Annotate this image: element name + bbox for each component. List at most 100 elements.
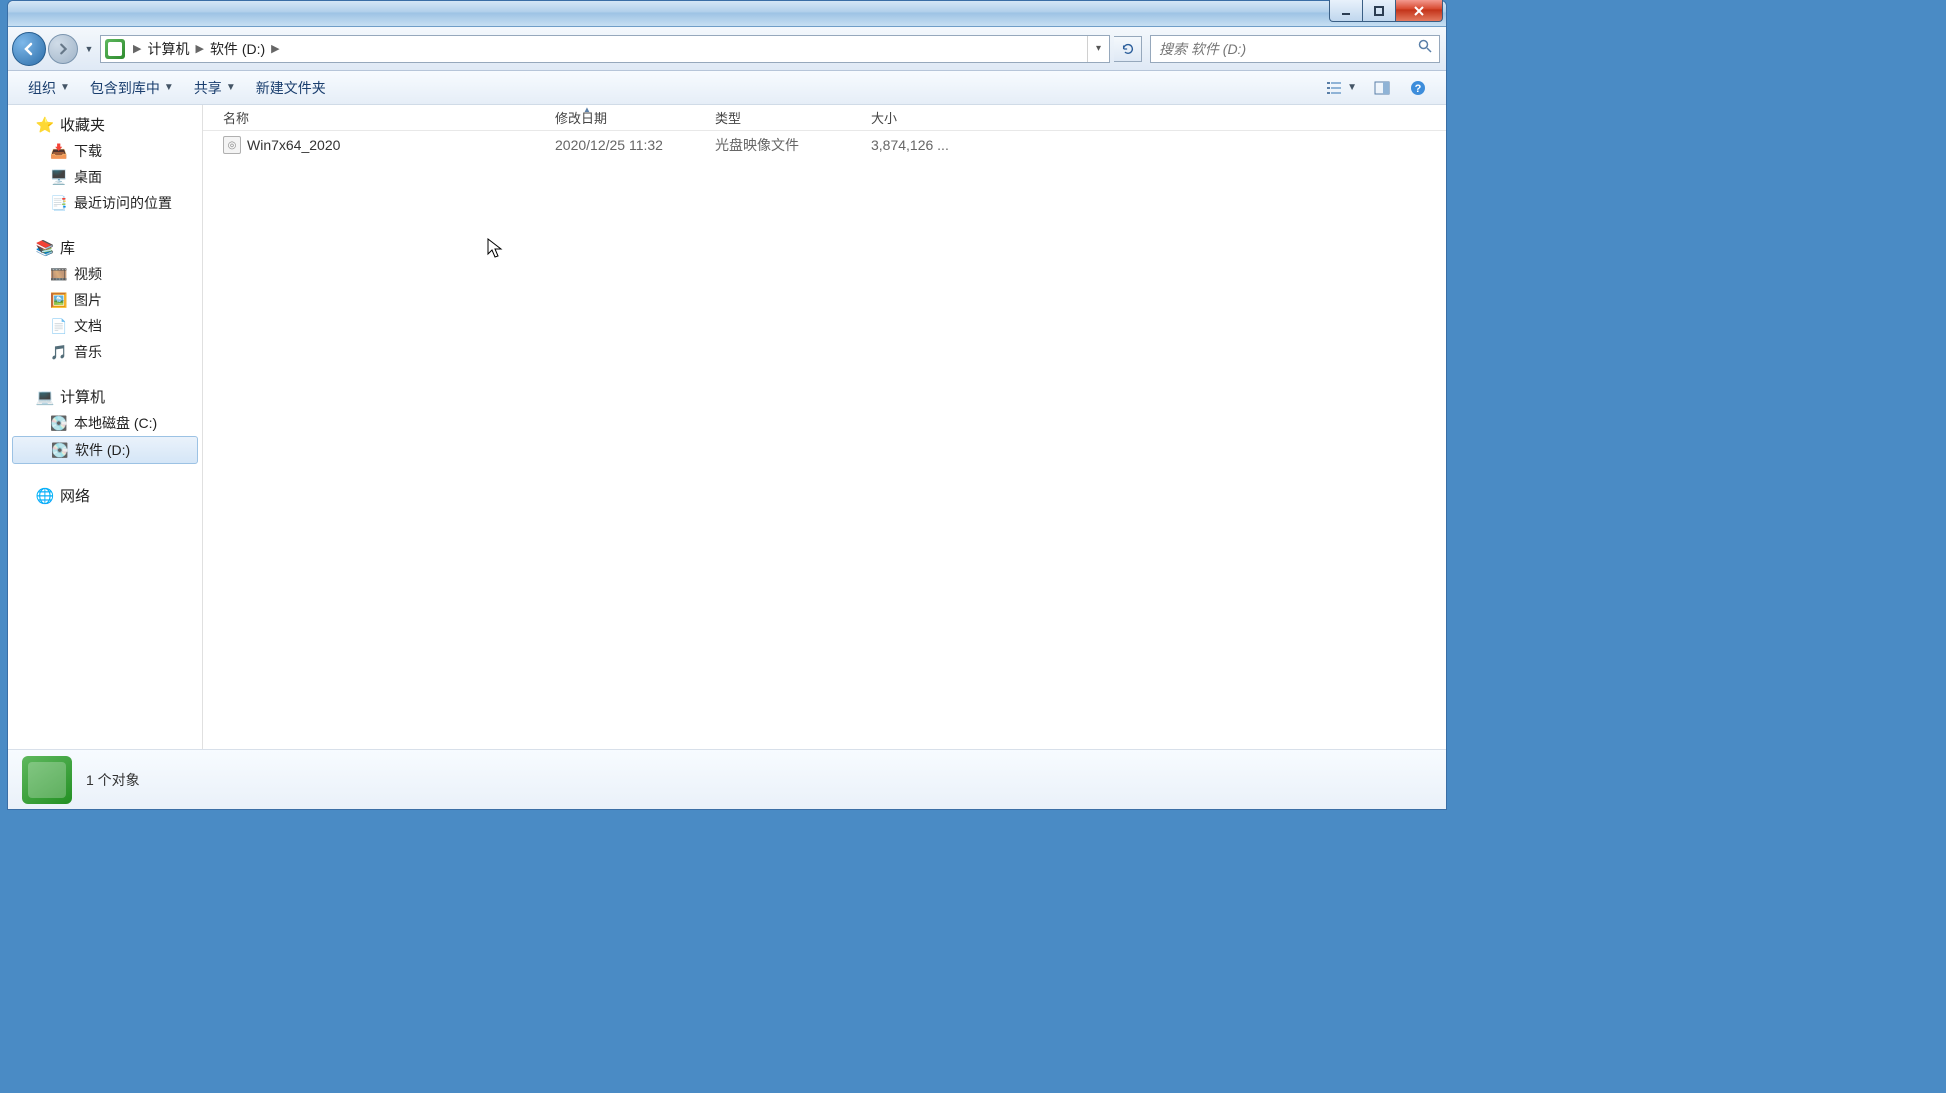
navigation-pane[interactable]: ⭐ 收藏夹 📥 下载 🖥️ 桌面 📑 最近访问的位置 📚 xyxy=(8,105,203,749)
chevron-right-icon: ▶ xyxy=(133,42,141,55)
network-label: 网络 xyxy=(60,485,90,506)
svg-text:?: ? xyxy=(1415,83,1422,95)
search-box[interactable] xyxy=(1150,35,1440,63)
sidebar-item-drive-d[interactable]: 💽 软件 (D:) xyxy=(12,436,198,464)
drive-icon xyxy=(105,39,125,59)
library-icon: 📚 xyxy=(36,240,54,256)
sort-indicator-icon: ▲ xyxy=(583,105,591,114)
file-name: Win7x64_2020 xyxy=(247,137,340,153)
title-bar[interactable] xyxy=(8,1,1446,27)
drive-icon: 💽 xyxy=(51,442,69,458)
desktop-icon: 🖥️ xyxy=(50,169,68,185)
drive-large-icon xyxy=(22,756,72,804)
chevron-down-icon: ▼ xyxy=(60,82,70,93)
chevron-right-icon: ▶ xyxy=(271,42,279,55)
file-row[interactable]: ◎ Win7x64_2020 2020/12/25 11:32 光盘映像文件 3… xyxy=(203,131,1446,159)
breadcrumb-segment[interactable]: 软件 (D:) xyxy=(208,39,267,59)
sidebar-item-label: 桌面 xyxy=(74,167,102,187)
maximize-button[interactable] xyxy=(1362,0,1396,22)
search-input[interactable] xyxy=(1151,41,1439,57)
computer-label: 计算机 xyxy=(60,386,105,407)
sidebar-item-recent[interactable]: 📑 最近访问的位置 xyxy=(8,190,202,216)
include-in-library-button[interactable]: 包含到库中 ▼ xyxy=(82,74,182,102)
music-icon: 🎵 xyxy=(50,344,68,360)
status-text: 1 个对象 xyxy=(86,770,140,790)
sidebar-item-label: 视频 xyxy=(74,264,102,284)
sidebar-item-pictures[interactable]: 🖼️ 图片 xyxy=(8,287,202,313)
view-options-button[interactable]: ▼ xyxy=(1318,74,1362,102)
sidebar-item-drive-c[interactable]: 💽 本地磁盘 (C:) xyxy=(8,410,202,436)
newfolder-label: 新建文件夹 xyxy=(256,78,326,98)
close-button[interactable] xyxy=(1395,0,1443,22)
picture-icon: 🖼️ xyxy=(50,292,68,308)
column-label: 大小 xyxy=(871,108,897,127)
help-icon: ? xyxy=(1407,77,1429,99)
toolbar: 组织 ▼ 包含到库中 ▼ 共享 ▼ 新建文件夹 ▼ ? xyxy=(8,71,1446,105)
document-icon: 📄 xyxy=(50,318,68,334)
sidebar-network-header[interactable]: 🌐 网络 xyxy=(8,482,202,509)
column-label: 类型 xyxy=(715,108,741,127)
libraries-label: 库 xyxy=(60,237,75,258)
details-pane: 1 个对象 xyxy=(8,749,1446,809)
sidebar-item-downloads[interactable]: 📥 下载 xyxy=(8,138,202,164)
address-dropdown[interactable]: ▾ xyxy=(1087,36,1109,62)
file-size: 3,874,126 ... xyxy=(859,137,969,153)
column-label: 名称 xyxy=(223,108,249,127)
back-button[interactable] xyxy=(12,32,46,66)
chevron-down-icon: ▼ xyxy=(226,82,236,93)
network-icon: 🌐 xyxy=(36,488,54,504)
file-icon: ◎ xyxy=(223,136,241,154)
share-button[interactable]: 共享 ▼ xyxy=(186,74,244,102)
column-type[interactable]: 类型 xyxy=(703,105,859,130)
refresh-button[interactable] xyxy=(1114,36,1142,62)
chevron-right-icon: ▶ xyxy=(195,42,203,55)
column-label: 修改日期 xyxy=(555,108,607,127)
column-headers: ▲ 名称 修改日期 类型 大小 xyxy=(203,105,1446,131)
sidebar-item-label: 本地磁盘 (C:) xyxy=(74,413,157,433)
file-list-area[interactable]: ▲ 名称 修改日期 类型 大小 ◎ Win7x64_2020 2020/12/2… xyxy=(203,105,1446,749)
preview-pane-button[interactable] xyxy=(1366,74,1398,102)
computer-icon: 💻 xyxy=(36,389,54,405)
drive-icon: 💽 xyxy=(50,415,68,431)
history-dropdown[interactable]: ▼ xyxy=(82,44,96,54)
sidebar-item-label: 最近访问的位置 xyxy=(74,193,172,213)
file-date: 2020/12/25 11:32 xyxy=(543,137,703,153)
star-icon: ⭐ xyxy=(36,117,54,133)
nav-bar: ▼ ▶ 计算机 ▶ 软件 (D:) ▶ ▾ xyxy=(8,27,1446,71)
explorer-window: ▼ ▶ 计算机 ▶ 软件 (D:) ▶ ▾ 组织 ▼ 包含到库中 ▼ xyxy=(7,0,1447,810)
breadcrumb-segment[interactable]: 计算机 xyxy=(145,39,191,59)
sidebar-libraries-header[interactable]: 📚 库 xyxy=(8,234,202,261)
sidebar-item-documents[interactable]: 📄 文档 xyxy=(8,313,202,339)
download-icon: 📥 xyxy=(50,143,68,159)
sidebar-favorites-header[interactable]: ⭐ 收藏夹 xyxy=(8,111,202,138)
address-bar[interactable]: ▶ 计算机 ▶ 软件 (D:) ▶ ▾ xyxy=(100,35,1110,63)
sidebar-computer-header[interactable]: 💻 计算机 xyxy=(8,383,202,410)
recent-icon: 📑 xyxy=(50,195,68,211)
organize-button[interactable]: 组织 ▼ xyxy=(20,74,78,102)
forward-button[interactable] xyxy=(48,34,78,64)
minimize-button[interactable] xyxy=(1329,0,1363,22)
search-icon xyxy=(1417,38,1433,59)
column-date[interactable]: 修改日期 xyxy=(543,105,703,130)
column-size[interactable]: 大小 xyxy=(859,105,969,130)
sidebar-item-desktop[interactable]: 🖥️ 桌面 xyxy=(8,164,202,190)
preview-pane-icon xyxy=(1371,77,1393,99)
sidebar-item-label: 文档 xyxy=(74,316,102,336)
chevron-down-icon: ▼ xyxy=(164,82,174,93)
share-label: 共享 xyxy=(194,78,222,98)
sidebar-item-label: 软件 (D:) xyxy=(75,440,130,460)
sidebar-item-videos[interactable]: 🎞️ 视频 xyxy=(8,261,202,287)
organize-label: 组织 xyxy=(28,78,56,98)
file-type: 光盘映像文件 xyxy=(703,135,859,155)
list-view-icon xyxy=(1323,77,1345,99)
video-icon: 🎞️ xyxy=(50,266,68,282)
sidebar-item-label: 音乐 xyxy=(74,342,102,362)
column-name[interactable]: 名称 xyxy=(203,105,543,130)
help-button[interactable]: ? xyxy=(1402,74,1434,102)
chevron-down-icon: ▼ xyxy=(1347,82,1357,93)
sidebar-item-label: 下载 xyxy=(74,141,102,161)
new-folder-button[interactable]: 新建文件夹 xyxy=(248,74,334,102)
favorites-label: 收藏夹 xyxy=(60,114,105,135)
sidebar-item-music[interactable]: 🎵 音乐 xyxy=(8,339,202,365)
sidebar-item-label: 图片 xyxy=(74,290,102,310)
